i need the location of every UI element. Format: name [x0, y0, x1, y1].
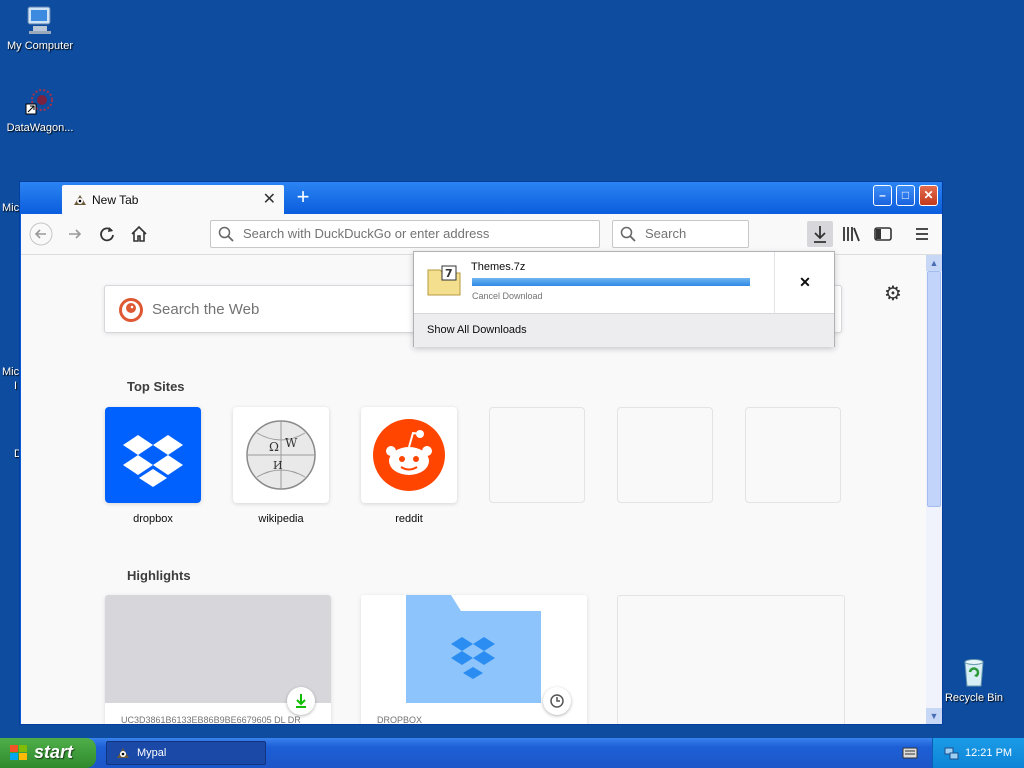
gear-icon[interactable]: ⚙ [884, 281, 902, 306]
web-search-placeholder: Search the Web [152, 301, 260, 318]
desktop-icon-label: Recycle Bin [944, 692, 1004, 704]
system-tray: 12:21 PM [932, 738, 1024, 768]
dropbox-logo-icon [123, 435, 183, 487]
desktop-icon-datawagon[interactable]: DataWagon... [0, 86, 80, 134]
address-bar[interactable] [210, 220, 600, 248]
clock-icon [543, 687, 571, 715]
top-sites-heading: Top Sites [127, 379, 185, 394]
cancel-download-button[interactable]: ✕ [774, 252, 835, 313]
top-site-dropbox[interactable] [105, 407, 201, 503]
taskbar: start Mypal 12:21 PM [0, 738, 1024, 768]
tab-new-tab[interactable]: New Tab ✕ [62, 185, 284, 214]
sidebar-button[interactable] [871, 222, 895, 246]
minimize-button[interactable]: – [873, 185, 892, 206]
clock: 12:21 PM [965, 747, 1013, 759]
downloads-panel: 7 Themes.7z Cancel Download ✕ Show All D… [413, 251, 835, 347]
svg-text:Ω: Ω [269, 440, 279, 454]
close-window-button[interactable]: ✕ [919, 185, 938, 206]
svg-text:И: И [273, 459, 283, 472]
top-site-label: dropbox [133, 513, 173, 525]
reload-icon [100, 227, 114, 242]
menu-button[interactable] [910, 222, 934, 246]
highlight-card-empty[interactable] [617, 595, 845, 724]
highlight-card[interactable]: DROPBOX [361, 595, 587, 724]
home-button[interactable] [127, 222, 151, 246]
library-icon [843, 227, 860, 242]
home-icon [131, 225, 147, 242]
highlights-heading: Highlights [127, 568, 191, 583]
desktop-icon-my-computer[interactable]: My Computer [0, 4, 80, 52]
top-site-empty[interactable] [745, 407, 841, 503]
forward-arrow-icon [69, 229, 82, 239]
top-site-empty[interactable] [489, 407, 585, 503]
close-tab-icon[interactable]: ✕ [263, 189, 276, 209]
highlight-card[interactable]: UC3D3861B6133EB86B9BE6679605 DL DR [105, 595, 331, 724]
search-icon [218, 226, 234, 247]
search-input[interactable] [643, 225, 747, 242]
datawagon-icon [24, 86, 56, 118]
mypal-icon [115, 746, 131, 763]
reddit-logo-icon [373, 419, 445, 491]
hamburger-menu-icon [916, 228, 928, 240]
address-input[interactable] [241, 225, 585, 242]
top-site-wikipedia[interactable]: Ω W И [233, 407, 329, 503]
highlight-caption: UC3D3861B6133EB86B9BE6679605 DL DR [121, 715, 301, 724]
taskbar-item-label: Mypal [137, 747, 167, 759]
search-bar[interactable] [612, 220, 749, 248]
vertical-scrollbar[interactable]: ▲ ▼ [926, 255, 942, 724]
download-arrow-icon [814, 226, 826, 243]
download-progress-fill [472, 278, 750, 286]
top-site-label: reddit [395, 513, 423, 525]
title-bar: New Tab ✕ + – □ ✕ [20, 182, 942, 214]
new-tab-button[interactable]: + [290, 185, 316, 211]
maximize-button[interactable]: □ [896, 185, 915, 206]
scroll-down-icon[interactable]: ▼ [926, 708, 942, 724]
download-file-name: Themes.7z [471, 261, 526, 273]
taskbar-item-mypal[interactable]: Mypal [106, 741, 266, 765]
download-badge-icon [287, 687, 315, 715]
top-site-reddit[interactable] [361, 407, 457, 503]
wikipedia-logo-icon: Ω W И [246, 420, 316, 490]
desktop-icon-partial: Mic [2, 366, 20, 378]
nav-toolbar [21, 214, 942, 255]
top-site-label: wikipedia [258, 513, 304, 525]
back-button[interactable] [29, 222, 53, 246]
recycle-bin-icon [958, 656, 990, 688]
download-item[interactable]: 7 Themes.7z Cancel Download [414, 252, 774, 314]
desktop-icon-label: My Computer [6, 40, 74, 52]
duckduckgo-logo-icon [119, 298, 143, 322]
desktop-icon-partial: Mic [2, 202, 20, 214]
tab-title: New Tab [92, 193, 139, 207]
network-icon[interactable] [943, 745, 959, 764]
svg-text:W: W [285, 436, 298, 450]
download-progress-bar [472, 278, 750, 286]
library-button[interactable] [839, 222, 863, 246]
start-label: start [34, 742, 74, 762]
search-icon [620, 226, 636, 247]
archive-file-icon: 7 [427, 264, 461, 301]
svg-text:7: 7 [445, 267, 453, 280]
scroll-up-icon[interactable]: ▲ [926, 255, 942, 271]
computer-icon [24, 4, 56, 36]
cancel-download-link[interactable]: Cancel Download [472, 291, 543, 301]
scroll-thumb[interactable] [927, 271, 941, 507]
top-site-empty[interactable] [617, 407, 713, 503]
desktop-icon-recycle-bin[interactable]: Recycle Bin [934, 656, 1014, 704]
downloads-button[interactable] [807, 221, 833, 247]
show-all-downloads-label: Show All Downloads [427, 324, 527, 336]
desktop-icon-label: DataWagon... [6, 122, 74, 134]
start-button[interactable]: start [0, 738, 96, 768]
show-all-downloads-button[interactable]: Show All Downloads [414, 313, 834, 347]
mypal-favicon-icon [72, 193, 88, 207]
highlight-caption: DROPBOX [377, 715, 423, 724]
windows-logo-icon [10, 745, 28, 766]
forward-button[interactable] [63, 222, 87, 246]
desktop-icon-partial: I [14, 380, 18, 392]
sidebar-icon [874, 227, 892, 241]
reload-button[interactable] [95, 222, 119, 246]
back-arrow-icon [29, 222, 53, 246]
keyboard-icon[interactable] [902, 746, 918, 765]
